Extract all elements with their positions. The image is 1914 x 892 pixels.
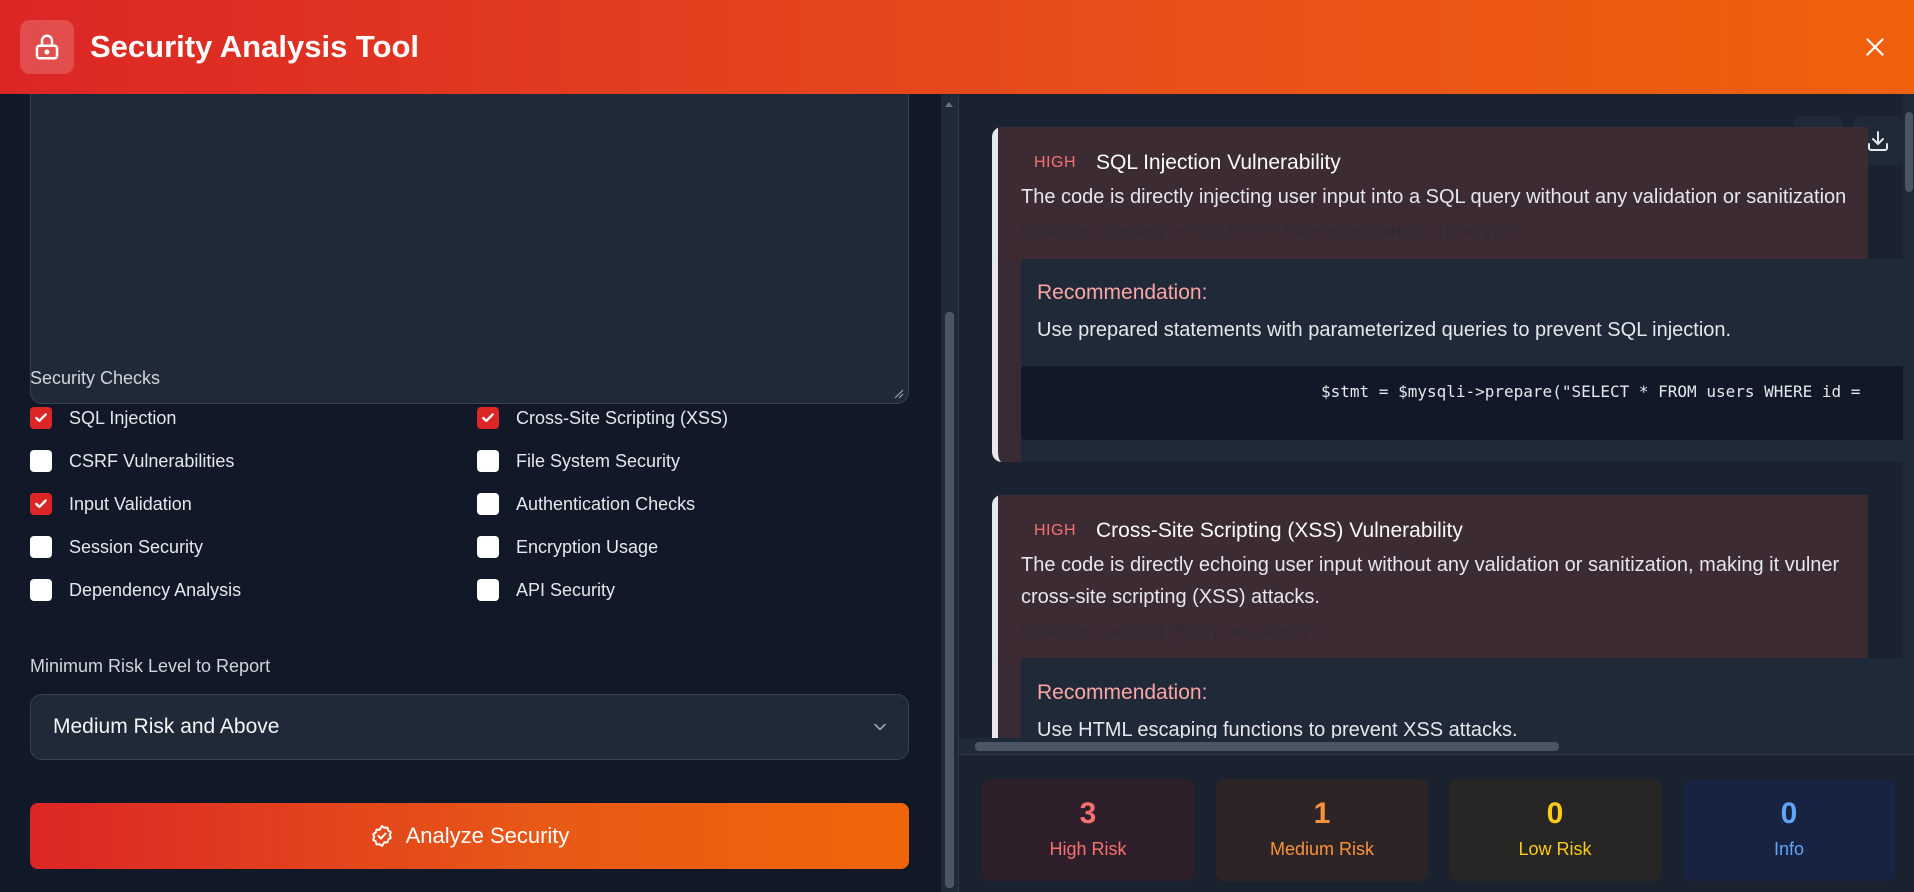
results-panel: HIGH SQL Injection Vulnerability The cod…: [958, 94, 1914, 892]
checkbox-unchecked[interactable]: [477, 579, 499, 601]
vulnerability-description: The code is directly injecting user inpu…: [1021, 186, 1847, 208]
check-session[interactable]: Session Security: [30, 536, 203, 558]
code-snippet: $stmt = $mysqli->prepare("SELECT * FROM …: [1021, 366, 1914, 440]
analyze-label: Analyze Security: [405, 823, 570, 848]
scrollbar-thumb[interactable]: [945, 312, 954, 888]
check-label: Input Validation: [69, 493, 192, 514]
stat-label: Low Risk: [1518, 839, 1592, 859]
check-label: Encryption Usage: [516, 536, 659, 557]
resize-handle-icon[interactable]: [892, 387, 904, 399]
checkbox-unchecked[interactable]: [477, 450, 499, 472]
risk-level-value: Medium Risk and Above: [53, 715, 280, 738]
scrollbar-thumb[interactable]: [1905, 112, 1913, 192]
config-panel: Security Checks SQL Injection Cross-Site…: [0, 94, 958, 892]
vulnerability-card: HIGH SQL Injection Vulnerability The cod…: [992, 127, 1914, 462]
check-label: SQL Injection: [69, 407, 177, 428]
stat-label: Info: [1773, 839, 1805, 859]
risk-level-label: Minimum Risk Level to Report: [30, 656, 271, 676]
check-circle-icon: [371, 825, 392, 847]
code-input[interactable]: [30, 94, 909, 404]
vulnerability-description: The code is directly echoing user input …: [1021, 554, 1840, 576]
results-vertical-scrollbar[interactable]: [1903, 94, 1914, 738]
risk-level-select[interactable]: Medium Risk and Above: [30, 694, 909, 760]
checkbox-unchecked[interactable]: [477, 493, 499, 515]
check-label: Dependency Analysis: [69, 579, 242, 600]
severity-badge: HIGH: [1034, 522, 1076, 539]
results-list: HIGH SQL Injection Vulnerability The cod…: [959, 94, 1914, 744]
stat-label: High Risk: [1049, 839, 1127, 859]
stat-value: 3: [1079, 797, 1097, 830]
vulnerability-location: Location: $query = "SELECT * FROM users …: [1021, 223, 1518, 241]
vulnerability-title: Cross-Site Scripting (XSS) Vulnerability: [1096, 519, 1463, 542]
recommendation-title: Recommendation:: [1037, 281, 1208, 304]
stat-info: 0 Info: [1683, 779, 1895, 881]
lock-icon: [20, 20, 74, 74]
check-sql-injection[interactable]: SQL Injection: [30, 407, 176, 429]
check-api[interactable]: API Security: [477, 579, 615, 601]
check-csrf[interactable]: CSRF Vulnerabilities: [30, 450, 234, 472]
vulnerability-location: Location: echo $_POST['message'];: [1021, 623, 1320, 641]
stat-value: 0: [1780, 797, 1798, 830]
close-icon[interactable]: [1856, 28, 1894, 66]
results-horizontal-scrollbar[interactable]: [959, 738, 1914, 754]
check-label: API Security: [516, 579, 616, 600]
check-encryption[interactable]: Encryption Usage: [477, 536, 658, 558]
check-label: Session Security: [69, 536, 204, 557]
stat-value: 0: [1546, 797, 1564, 830]
checkbox-unchecked[interactable]: [477, 536, 499, 558]
check-input-validation[interactable]: Input Validation: [30, 493, 192, 515]
stat-low-risk: 0 Low Risk: [1449, 779, 1661, 881]
checkbox-unchecked[interactable]: [30, 450, 52, 472]
check-label: File System Security: [516, 450, 681, 471]
checkbox-checked[interactable]: [477, 407, 499, 429]
checkbox-checked[interactable]: [30, 407, 52, 429]
check-xss[interactable]: Cross-Site Scripting (XSS): [477, 407, 728, 429]
security-checks-label: Security Checks: [30, 368, 161, 388]
stat-medium-risk: 1 Medium Risk: [1216, 779, 1428, 881]
checkbox-checked[interactable]: [30, 493, 52, 515]
chevron-down-icon: [874, 723, 886, 731]
check-label: CSRF Vulnerabilities: [69, 450, 235, 471]
check-dependency[interactable]: Dependency Analysis: [30, 579, 241, 601]
risk-summary: 3 High Risk 1 Medium Risk 0 Low Risk 0 I…: [959, 754, 1914, 892]
vulnerability-description-cont: cross-site scripting (XSS) attacks.: [1021, 586, 1320, 608]
recommendation-text: Use prepared statements with parameteriz…: [1037, 319, 1732, 341]
recommendation-box: Recommendation: Use prepared statements …: [1021, 259, 1914, 462]
app-header: Security Analysis Tool: [0, 0, 1914, 94]
checkbox-unchecked[interactable]: [30, 536, 52, 558]
check-label: Authentication Checks: [516, 493, 696, 514]
analyze-security-button[interactable]: Analyze Security: [30, 803, 909, 869]
recommendation-title: Recommendation:: [1037, 681, 1208, 704]
vulnerability-title: SQL Injection Vulnerability: [1096, 151, 1341, 174]
check-file-system[interactable]: File System Security: [477, 450, 680, 472]
left-scrollbar[interactable]: [941, 94, 958, 892]
stat-value: 1: [1313, 797, 1331, 830]
vulnerability-card: HIGH Cross-Site Scripting (XSS) Vulnerab…: [992, 495, 1914, 744]
checkbox-unchecked[interactable]: [30, 579, 52, 601]
severity-badge: HIGH: [1034, 154, 1076, 171]
scrollbar-thumb[interactable]: [975, 742, 1559, 751]
check-authentication[interactable]: Authentication Checks: [477, 493, 695, 515]
stat-high-risk: 3 High Risk: [982, 779, 1194, 881]
stat-label: Medium Risk: [1269, 839, 1375, 859]
check-label: Cross-Site Scripting (XSS): [516, 407, 729, 428]
recommendation-box: Recommendation: Use HTML escaping functi…: [1021, 658, 1914, 744]
app-title: Security Analysis Tool: [90, 29, 420, 64]
